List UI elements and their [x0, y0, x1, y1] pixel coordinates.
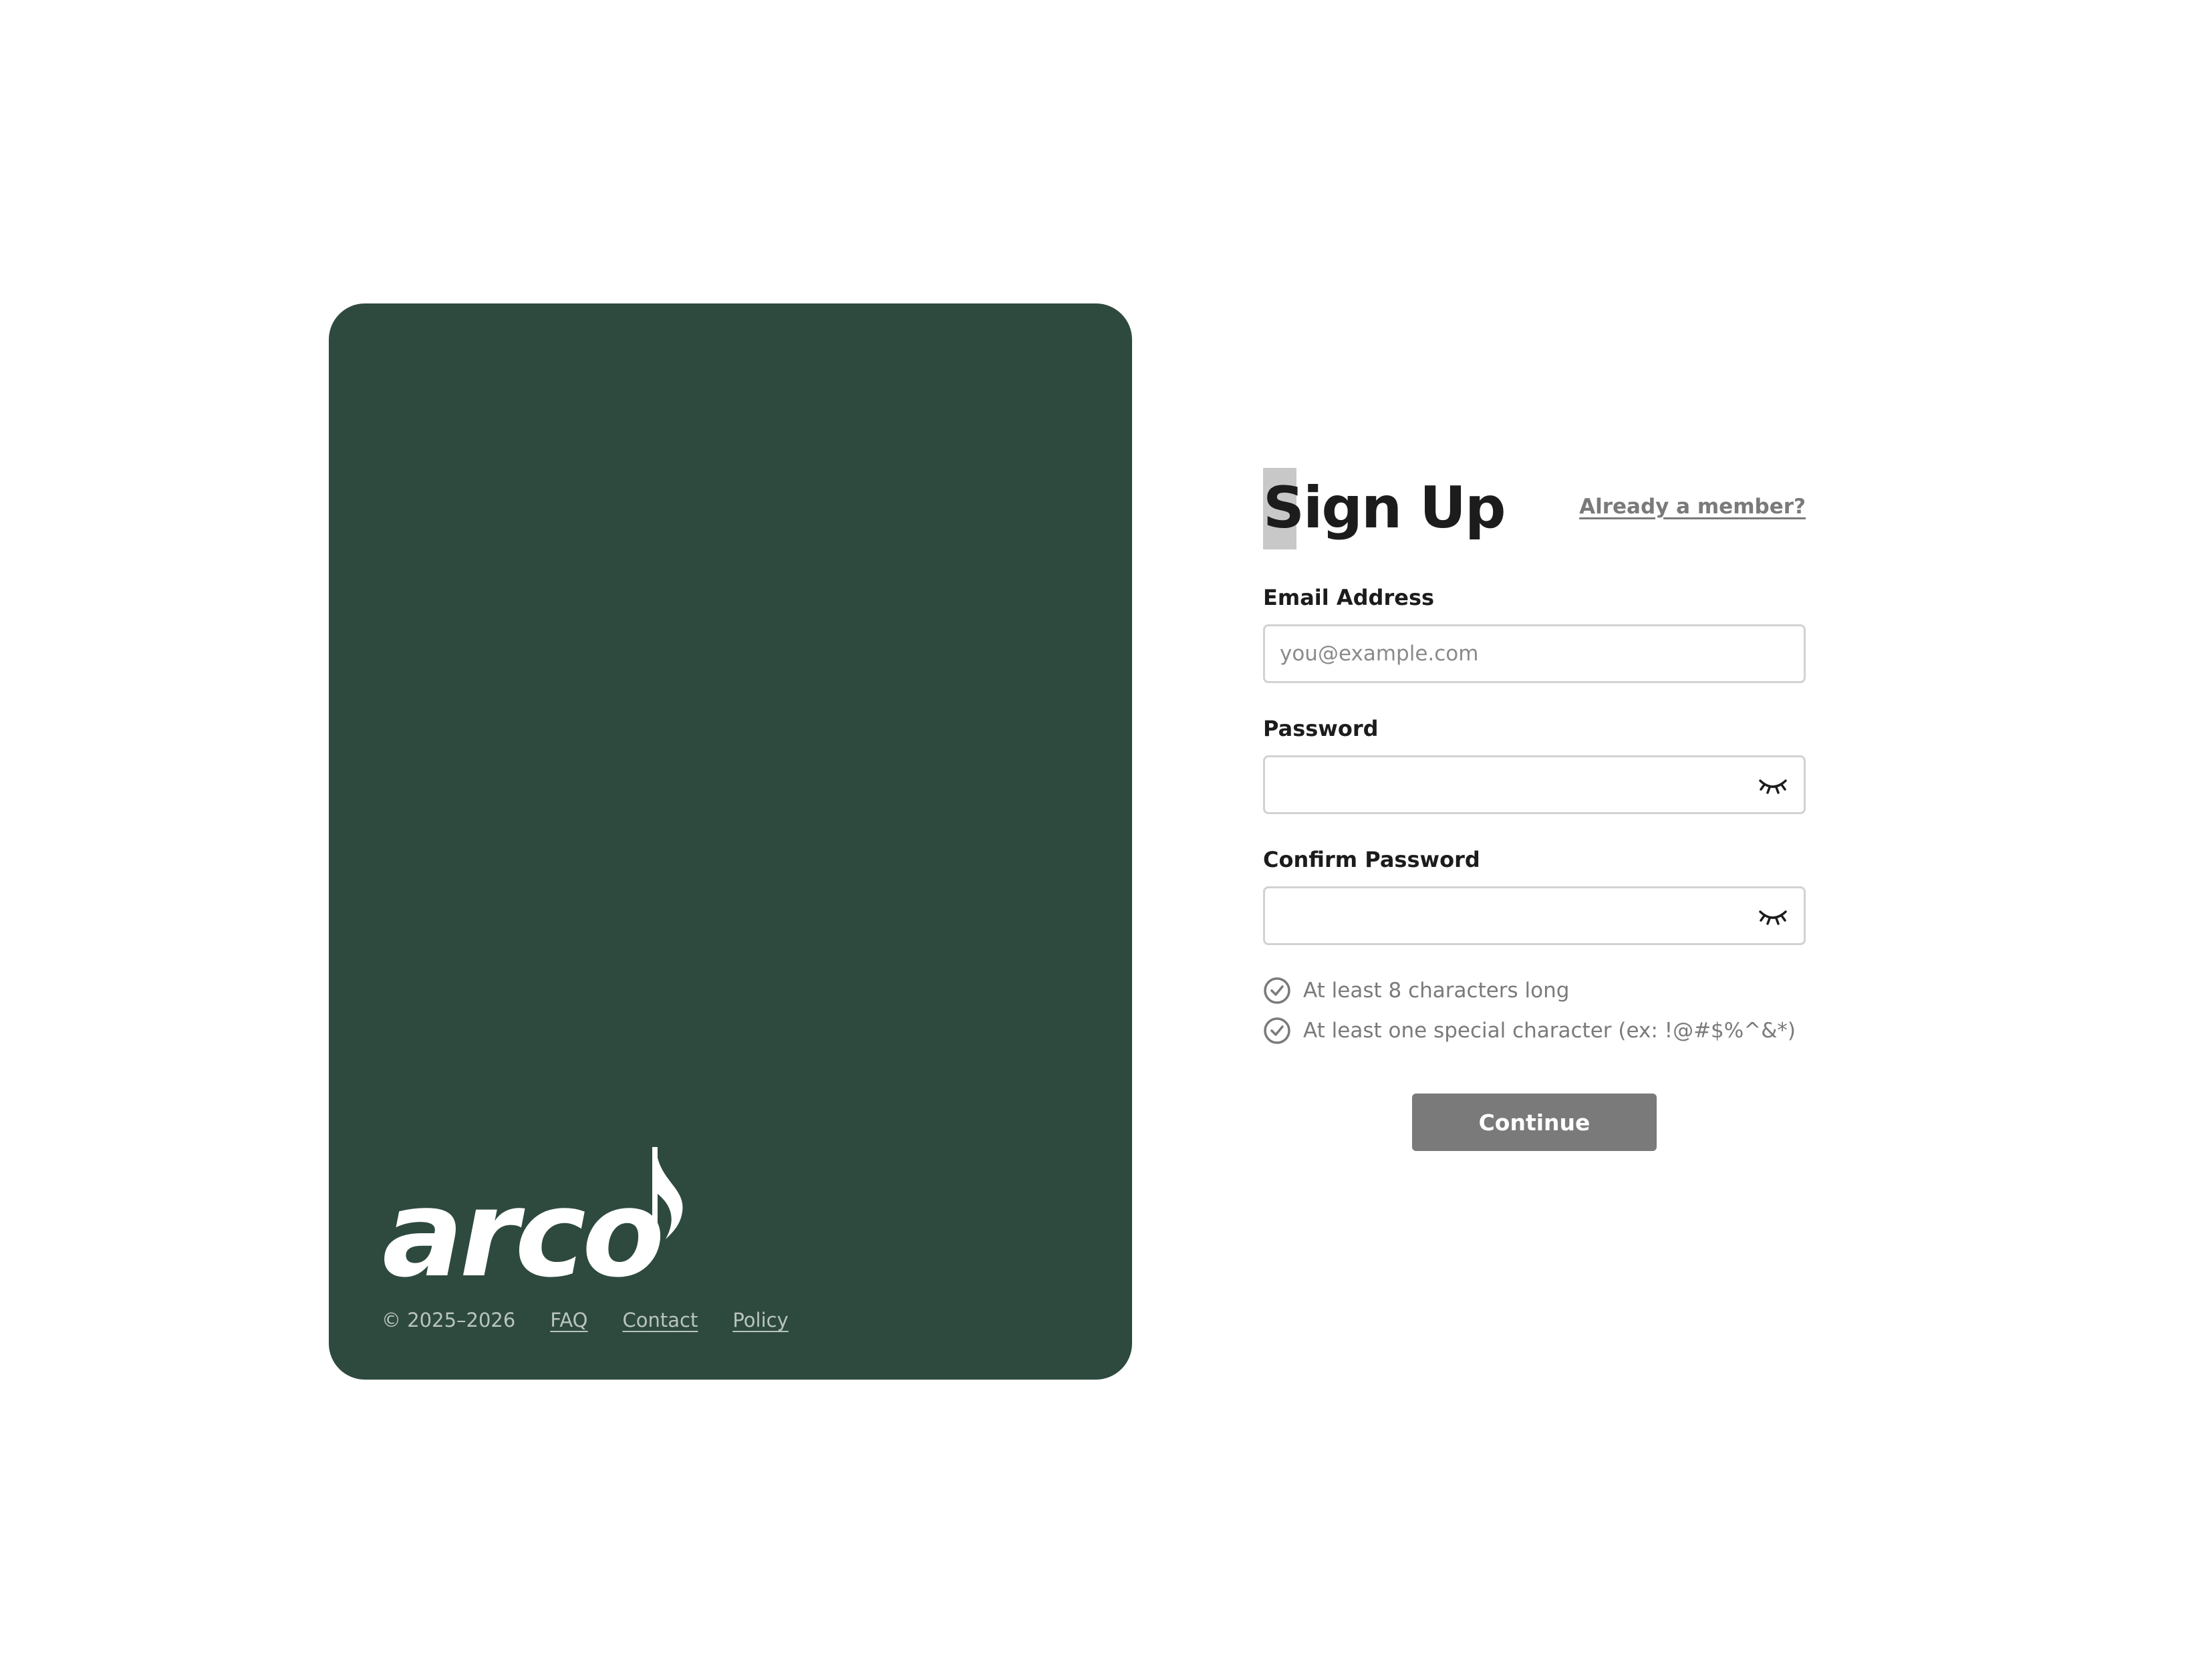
password-rule: At least one special character (ex: !@#$…: [1263, 1016, 1806, 1045]
email-field-group: Email Address: [1263, 583, 1806, 683]
eye-closed-icon[interactable]: [1758, 773, 1788, 797]
confirm-password-input[interactable]: [1263, 886, 1806, 945]
arco-logo-graphic: arco: [382, 1147, 683, 1295]
signup-form: Sign Up Already a member? Email Address …: [1263, 461, 1806, 1151]
password-label: Password: [1263, 716, 1379, 741]
footer-link-policy[interactable]: Policy: [732, 1309, 788, 1331]
form-header: Sign Up Already a member?: [1263, 461, 1806, 549]
footer-link-contact[interactable]: Contact: [623, 1309, 698, 1331]
already-member-link[interactable]: Already a member?: [1579, 495, 1806, 519]
continue-button[interactable]: Continue: [1412, 1094, 1657, 1151]
eye-closed-icon[interactable]: [1758, 904, 1788, 928]
footer-link-faq[interactable]: FAQ: [550, 1309, 587, 1331]
copyright-text: © 2025–2026: [382, 1309, 516, 1331]
confirm-password-label: Confirm Password: [1263, 847, 1480, 872]
password-rule: At least 8 characters long: [1263, 976, 1806, 1005]
password-input-wrap: [1263, 755, 1806, 814]
password-rules: At least 8 characters long At least one …: [1263, 976, 1806, 1045]
svg-text:arco: arco: [382, 1164, 661, 1295]
check-circle-icon: [1264, 1017, 1290, 1044]
password-rule-text: At least one special character (ex: !@#$…: [1303, 1019, 1796, 1043]
brand-footer: © 2025–2026 FAQ Contact Policy: [382, 1303, 823, 1337]
confirm-password-field-group: Confirm Password: [1263, 845, 1806, 945]
email-input-wrap: [1263, 624, 1806, 683]
brand-panel: arco © 2025–2026 FAQ Contact Policy: [329, 303, 1132, 1380]
page-title: Sign Up: [1263, 475, 1506, 541]
password-field-group: Password: [1263, 714, 1806, 814]
confirm-password-input-wrap: [1263, 886, 1806, 945]
check-circle-icon: [1264, 977, 1290, 1004]
password-rule-text: At least 8 characters long: [1303, 979, 1570, 1003]
email-input[interactable]: [1263, 624, 1806, 683]
password-input[interactable]: [1263, 755, 1806, 814]
arco-logo: arco: [381, 1142, 695, 1295]
email-label: Email Address: [1263, 585, 1435, 610]
